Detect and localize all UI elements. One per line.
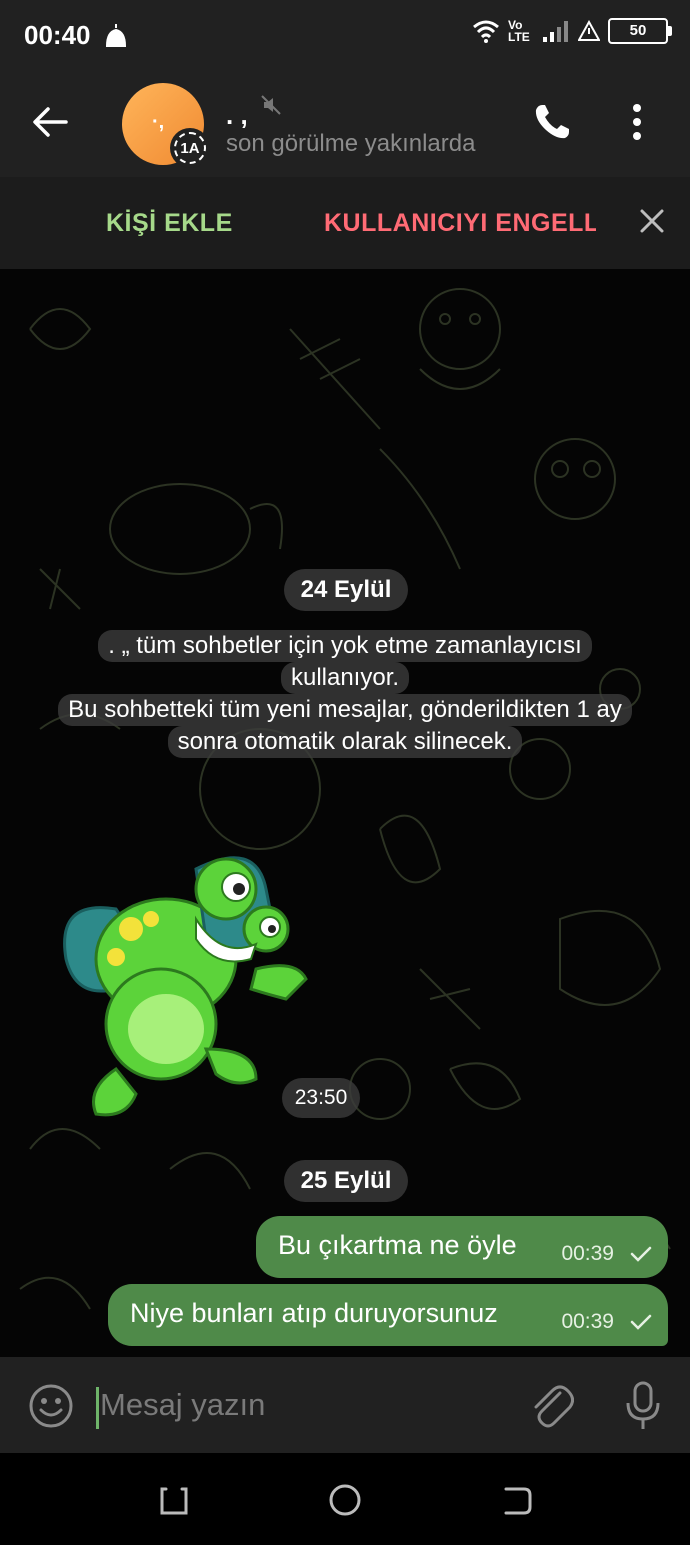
text-cursor	[96, 1387, 99, 1429]
signal-icon	[543, 21, 568, 42]
message-composer: Mesaj yazın	[0, 1357, 690, 1453]
system-message-line: Bu sohbetteki tüm yeni mesajlar, gönderi…	[58, 694, 632, 726]
status-time: 00:40	[24, 20, 91, 50]
wifi-icon	[473, 20, 499, 43]
timer-label: 1A	[174, 132, 206, 164]
system-nav-bar	[0, 1453, 690, 1545]
add-block-bar: KİŞİ EKLE KULLANICIYI ENGELLE	[0, 177, 690, 269]
message-meta: 00:39	[561, 1242, 652, 1266]
add-contact-button[interactable]: KİŞİ EKLE	[106, 209, 233, 238]
system-message: . „ tüm sohbetler için yok etme zamanlay…	[30, 626, 660, 762]
chat-area[interactable]: 24 Eylül . „ tüm sohbetler için yok etme…	[0, 269, 690, 1357]
recent-apps-icon[interactable]	[158, 1485, 190, 1517]
mute-icon	[261, 95, 281, 115]
date-separator: 24 Eylül	[284, 569, 408, 611]
emoji-icon[interactable]	[28, 1383, 74, 1429]
phone-call-icon[interactable]	[532, 102, 572, 142]
check-icon	[630, 1314, 652, 1330]
system-message-line: kullanıyor.	[280, 662, 410, 694]
contact-name[interactable]: . ,	[226, 100, 248, 131]
attach-icon[interactable]	[530, 1383, 574, 1429]
system-message-line: sonra otomatik olarak silinecek.	[167, 726, 523, 758]
self-destruct-timer-badge: 1A	[170, 128, 210, 168]
system-message-line: . „ tüm sohbetler için yok etme zamanlay…	[98, 630, 592, 662]
message-time: 00:39	[561, 1310, 614, 1333]
close-icon[interactable]	[638, 207, 666, 235]
back-icon[interactable]	[502, 1485, 534, 1517]
last-seen-status: son görülme yakınlarda	[226, 130, 476, 157]
message-time: 00:39	[561, 1242, 614, 1265]
sticker-timestamp: 23:50	[282, 1078, 360, 1118]
avatar-initials: ·,	[152, 111, 165, 133]
message-meta: 00:39	[561, 1310, 652, 1334]
back-arrow-icon[interactable]	[32, 106, 68, 138]
notification-icon	[105, 24, 127, 47]
more-options-icon[interactable]	[630, 102, 644, 142]
date-separator: 25 Eylül	[284, 1160, 408, 1202]
battery-indicator: 50	[608, 18, 672, 44]
home-icon[interactable]	[328, 1483, 362, 1517]
status-icons: Vo LTE 50	[472, 18, 672, 44]
block-user-button[interactable]: KULLANICIYI ENGELLE	[324, 209, 596, 238]
check-icon	[630, 1246, 652, 1262]
microphone-icon[interactable]	[624, 1381, 662, 1431]
chat-header: ·, 1A . , son görülme yakınlarda	[0, 72, 690, 177]
message-text: Niye bunları atıp duruyorsunuz	[130, 1298, 498, 1328]
message-bubble-outgoing[interactable]: Bu çıkartma ne öyle 00:39	[256, 1216, 668, 1278]
message-input[interactable]: Mesaj yazın	[100, 1387, 265, 1423]
message-bubble-outgoing[interactable]: Niye bunları atıp duruyorsunuz 00:39	[108, 1284, 668, 1346]
message-text: Bu çıkartma ne öyle	[278, 1230, 517, 1260]
alert-icon	[578, 20, 600, 41]
volte-label: Vo LTE	[508, 18, 530, 44]
status-bar: 00:40 Vo LTE 50	[0, 0, 690, 72]
